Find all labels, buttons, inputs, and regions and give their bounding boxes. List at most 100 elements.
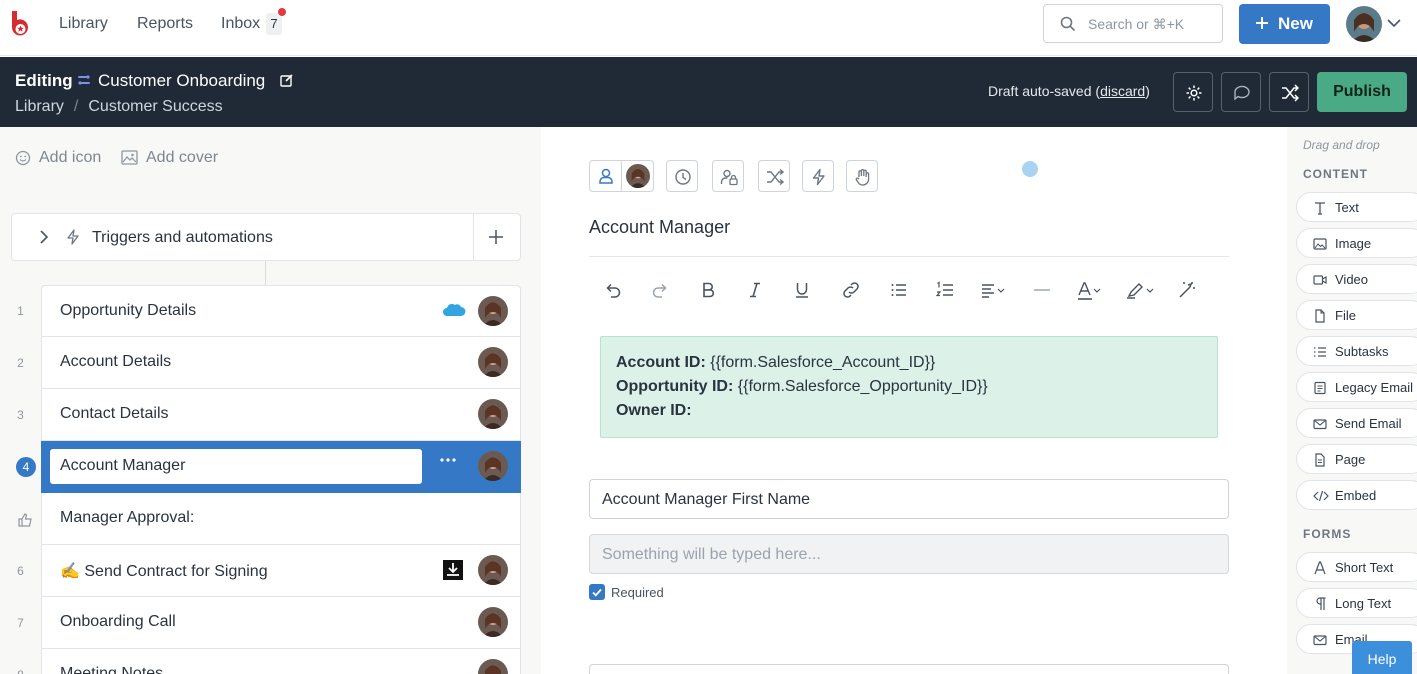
edit-icon[interactable] [280, 73, 294, 87]
nav-library[interactable]: Library [59, 15, 108, 33]
assignee-avatar[interactable] [478, 347, 508, 377]
publish-button[interactable]: Publish [1317, 72, 1407, 112]
user-icon [599, 168, 613, 184]
more-options-icon[interactable] [440, 458, 456, 462]
shuffle-button[interactable] [1269, 72, 1309, 112]
checkbox-checked[interactable] [589, 584, 605, 600]
task-row-active[interactable]: Account Manager [41, 441, 521, 493]
bold-icon[interactable] [699, 281, 717, 299]
help-button[interactable]: Help [1352, 641, 1412, 674]
align-icon[interactable] [981, 281, 1007, 299]
widget-legacy-email[interactable]: Legacy Email [1296, 372, 1417, 402]
widget-image[interactable]: Image [1296, 228, 1417, 258]
task-number: 6 [17, 564, 24, 578]
assignees-button[interactable] [589, 160, 654, 192]
comments-button[interactable] [1221, 72, 1261, 112]
widget-send-email[interactable]: Send Email [1296, 408, 1417, 438]
info-opportunity-label: Opportunity ID: [616, 378, 734, 395]
info-opportunity-line: Opportunity ID: {{form.Salesforce_Opport… [616, 375, 988, 399]
task-row[interactable]: Manager Approval: [41, 493, 521, 545]
widget-text[interactable]: Text [1296, 192, 1417, 222]
task-number: 8 [0, 668, 41, 674]
search-placeholder: Search or ⌘+K [1088, 16, 1185, 32]
task-name-input[interactable]: Account Manager [50, 449, 422, 484]
magic-wand-icon[interactable] [1178, 281, 1196, 299]
top-navigation: Library Reports Inbox 7 Search or ⌘+K Ne… [0, 0, 1417, 56]
task-row[interactable]: Contact Details [41, 389, 521, 441]
shuffle-icon [1282, 84, 1299, 102]
lightning-icon [67, 229, 79, 245]
task-row[interactable]: Onboarding Call [41, 597, 521, 649]
app-logo-icon[interactable] [10, 11, 32, 39]
search-input[interactable]: Search or ⌘+K [1043, 4, 1223, 43]
new-button[interactable]: New [1239, 4, 1330, 44]
redo-icon[interactable] [651, 281, 669, 299]
widget-video[interactable]: Video [1296, 264, 1417, 294]
bullet-list-icon[interactable] [890, 281, 908, 299]
nav-reports[interactable]: Reports [137, 15, 193, 33]
field-placeholder: Something will be typed here... [602, 546, 821, 563]
chevron-down-icon[interactable] [1386, 18, 1402, 28]
field-label-input[interactable]: Account Manager First Name [589, 479, 1229, 519]
widget-palette: Drag and drop CONTENT Text Image Video F… [1287, 127, 1417, 674]
breadcrumb-library[interactable]: Library [15, 98, 64, 115]
widget-long-text[interactable]: Long Text [1296, 588, 1417, 618]
widget-label: Short Text [1335, 560, 1394, 575]
add-cover-label: Add cover [146, 149, 219, 166]
numbered-list-icon[interactable] [936, 281, 954, 299]
settings-button[interactable] [1173, 72, 1213, 112]
plus-icon [1256, 17, 1268, 29]
underline-icon[interactable] [793, 281, 811, 299]
triggers-divider [473, 214, 474, 260]
task-row[interactable]: Opportunity Details [41, 285, 521, 337]
widget-embed[interactable]: Embed [1296, 480, 1417, 510]
info-owner-line: Owner ID: [616, 399, 692, 423]
italic-icon[interactable] [746, 281, 764, 299]
breadcrumb-customer-success[interactable]: Customer Success [88, 98, 222, 115]
widget-page[interactable]: Page [1296, 444, 1417, 474]
add-icon-button[interactable]: Add icon [15, 149, 101, 167]
triggers-and-automations[interactable]: Triggers and automations [11, 213, 521, 261]
horizontal-rule-icon[interactable] [1033, 281, 1051, 299]
nav-inbox[interactable]: Inbox [221, 15, 260, 33]
add-trigger-plus-icon[interactable] [489, 230, 503, 244]
user-avatar[interactable] [1346, 6, 1382, 42]
assignee-avatar[interactable] [478, 399, 508, 429]
highlight-icon[interactable] [1126, 281, 1156, 299]
subtasks-icon [1314, 347, 1326, 357]
assignee-avatar[interactable] [626, 164, 650, 188]
task-number-active: 4 [16, 457, 36, 477]
due-date-button[interactable] [666, 160, 698, 192]
assignee-avatar[interactable] [478, 659, 508, 674]
assignee-avatar[interactable] [478, 607, 508, 637]
link-icon[interactable] [841, 281, 861, 299]
breadcrumb: Library / Customer Success [15, 98, 223, 116]
text-color-icon[interactable] [1077, 281, 1103, 301]
widget-label: Legacy Email [1335, 380, 1414, 395]
undo-icon[interactable] [604, 281, 622, 299]
task-name: Manager Approval: [60, 509, 195, 526]
assignee-avatar[interactable] [478, 451, 508, 481]
stop-task-button[interactable] [846, 160, 878, 192]
add-cover-button[interactable]: Add cover [121, 149, 218, 167]
task-title[interactable]: Account Manager [589, 217, 730, 238]
field-preview-input: Something will be typed here... [589, 534, 1229, 574]
lightning-icon [812, 168, 825, 186]
task-row[interactable]: Account Details [41, 337, 521, 389]
task-name: Opportunity Details [60, 302, 197, 319]
info-box[interactable]: Account ID: {{form.Salesforce_Account_ID… [600, 336, 1218, 438]
widget-short-text[interactable]: Short Text [1296, 552, 1417, 582]
task-row[interactable]: Meeting Notes [41, 649, 521, 674]
widget-file[interactable]: File [1296, 300, 1417, 330]
conditional-logic-button[interactable] [758, 160, 790, 192]
workflow-title[interactable]: Customer Onboarding [98, 71, 265, 91]
permissions-button[interactable] [712, 160, 744, 192]
draft-status-close: ) [1145, 83, 1150, 99]
automations-button[interactable] [802, 160, 834, 192]
discard-link[interactable]: discard [1100, 83, 1145, 99]
next-form-field[interactable] [589, 664, 1229, 674]
assignee-avatar[interactable] [478, 296, 508, 326]
assignee-avatar[interactable] [478, 555, 508, 585]
task-row[interactable]: ✍️ Send Contract for Signing [41, 545, 521, 597]
widget-subtasks[interactable]: Subtasks [1296, 336, 1417, 366]
